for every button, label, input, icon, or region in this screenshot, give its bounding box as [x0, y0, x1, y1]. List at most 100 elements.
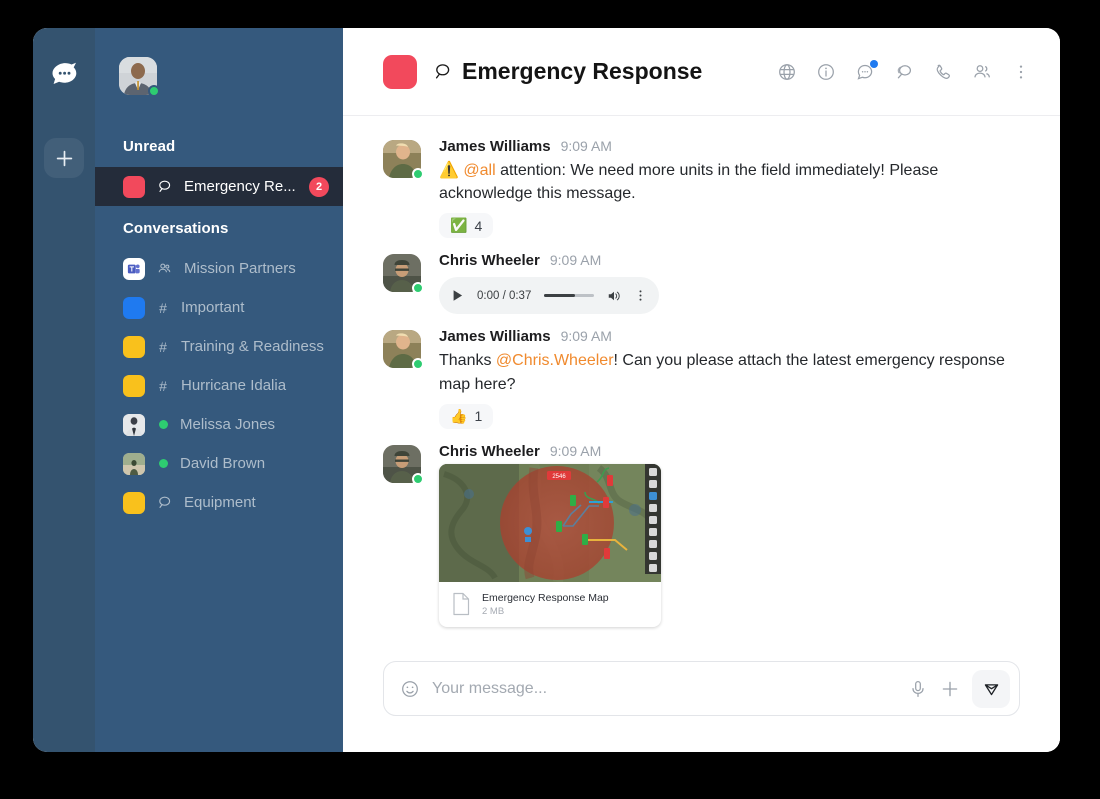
phone-icon[interactable] [930, 59, 956, 85]
message-author: Chris Wheeler [439, 252, 540, 270]
message-text-body: attention: We need more units in the fie… [439, 162, 939, 203]
sidebar-section-unread: Unread [123, 138, 176, 155]
channel-tile [123, 296, 145, 319]
mention-chris-wheeler[interactable]: @Chris.Wheeler [496, 352, 614, 369]
sidebar-user-header [95, 28, 343, 124]
sidebar-item-david-brown[interactable]: David Brown [95, 444, 343, 483]
reaction-pill[interactable]: 👍 1 [439, 403, 494, 429]
message-input[interactable] [432, 679, 896, 698]
sidebar-item-training-readiness[interactable]: # Training & Readiness [95, 327, 343, 366]
channel-tile [123, 175, 145, 198]
app-window: Unread Emergency Re... 2 Conversations M… [33, 28, 1060, 752]
volume-icon[interactable] [607, 289, 621, 303]
sidebar-item-hurricane-idalia[interactable]: # Hurricane Idalia [95, 366, 343, 405]
team-members-icon[interactable] [969, 59, 995, 85]
send-button[interactable] [972, 669, 1010, 708]
attachment-size: 2 MB [482, 605, 505, 617]
channel-tile [123, 374, 145, 397]
mention-all[interactable]: @all [463, 162, 495, 179]
hash-icon: # [159, 338, 167, 355]
audio-player[interactable]: 0:00 / 0:37 [439, 277, 659, 315]
sidebar-item-melissa-jones[interactable]: Melissa Jones [95, 405, 343, 444]
presence-indicator [412, 358, 424, 371]
presence-indicator [412, 282, 424, 295]
sidebar-item-mission-partners[interactable]: Mission Partners [95, 249, 343, 288]
play-icon[interactable] [451, 289, 464, 302]
message-timestamp: 9:09 AM [560, 138, 612, 154]
presence-indicator [148, 85, 160, 97]
channel-discussion-icon [433, 62, 452, 81]
emergency-response-map-preview[interactable]: 2546 [439, 463, 661, 582]
presence-indicator [412, 472, 424, 485]
microphone-icon[interactable] [908, 679, 928, 699]
user-avatar-tile [123, 413, 145, 436]
create-new-button[interactable] [44, 138, 84, 178]
chat-rocket-logo-icon[interactable] [44, 54, 84, 94]
message-list[interactable]: James Williams 9:09 AM ⚠️ @all attention… [343, 116, 1060, 661]
audio-progress-bar[interactable] [544, 294, 594, 298]
emoji-icon[interactable] [400, 679, 420, 699]
attachment-meta: Emergency Response Map 2 MB [439, 582, 661, 627]
sidebar-item-equipment[interactable]: Equipment [95, 483, 343, 522]
sidebar-item-label: David Brown [180, 455, 266, 472]
notification-badge-dot [870, 59, 878, 68]
header-actions [774, 59, 1034, 85]
teams-app-tile [123, 257, 145, 280]
message-author: James Williams [439, 138, 551, 155]
message-author: Chris Wheeler [439, 442, 540, 460]
avatar[interactable] [383, 254, 424, 295]
sidebar-item-label: Training & Readiness [181, 338, 324, 355]
avatar[interactable] [383, 140, 424, 180]
hash-icon: # [159, 299, 167, 316]
presence-dot-icon [159, 459, 168, 468]
check-mark-emoji-icon: ✅ [450, 217, 468, 234]
main-panel: Emergency Response James Williams 9:09 A… [343, 28, 1060, 752]
message-timestamp: 9:09 AM [549, 442, 602, 459]
page-title: Emergency Response [462, 58, 703, 84]
chat-header: Emergency Response [343, 28, 1060, 116]
discussions-icon[interactable] [891, 59, 917, 85]
message-timestamp: 9:09 AM [560, 328, 612, 345]
workspace-rail [33, 28, 95, 752]
presence-indicator [412, 168, 424, 180]
globe-icon[interactable] [774, 59, 800, 85]
sidebar: Unread Emergency Re... 2 Conversations M… [95, 28, 343, 752]
info-icon[interactable] [813, 59, 839, 85]
sidebar-item-label: Mission Partners [184, 260, 296, 277]
channel-discussion-icon [157, 179, 172, 194]
thumbs-up-emoji-icon: 👍 [450, 407, 468, 424]
user-avatar-tile [123, 452, 145, 475]
presence-dot-icon [159, 420, 168, 429]
attachment-name: Emergency Response Map [482, 591, 609, 604]
reaction-count: 4 [474, 217, 483, 234]
avatar[interactable] [383, 444, 424, 485]
channel-tile [123, 335, 145, 358]
avatar[interactable] [383, 330, 424, 371]
message-text: Thanks @Chris.Wheeler! Can you please at… [439, 349, 1020, 395]
sidebar-item-emergency-response[interactable]: Emergency Re... 2 [95, 167, 343, 206]
sidebar-section-conversations: Conversations [123, 220, 229, 237]
sidebar-item-label: Emergency Re... [184, 178, 296, 195]
avatar[interactable] [119, 57, 160, 97]
sidebar-item-label: Melissa Jones [180, 416, 276, 433]
plus-icon[interactable] [940, 679, 960, 699]
reaction-pill[interactable]: ✅ 4 [439, 213, 494, 239]
message-timestamp: 9:09 AM [549, 252, 602, 269]
kebab-menu-icon[interactable] [634, 289, 647, 302]
message-text-prefix: Thanks [439, 352, 496, 370]
message-item: Chris Wheeler 9:09 AM 0:00 / 0:37 [383, 252, 1020, 315]
channel-tile [123, 491, 145, 514]
file-icon [451, 592, 471, 616]
message-composer[interactable] [383, 661, 1020, 716]
sidebar-item-important[interactable]: # Important [95, 288, 343, 327]
threads-icon[interactable] [852, 59, 878, 85]
sidebar-item-label: Hurricane Idalia [181, 377, 287, 394]
unread-badge: 2 [309, 176, 329, 197]
channel-discussion-icon [157, 495, 172, 510]
attachment-card[interactable]: 2546 Emergency Response Map 2 MB [439, 463, 661, 627]
kebab-menu-icon[interactable] [1008, 59, 1034, 85]
composer-area [343, 661, 1060, 752]
sidebar-item-label: Equipment [184, 494, 256, 511]
message-item: Chris Wheeler 9:09 AM 2546 Emergency Res… [383, 443, 1020, 627]
audio-time-label: 0:00 / 0:37 [477, 289, 532, 302]
